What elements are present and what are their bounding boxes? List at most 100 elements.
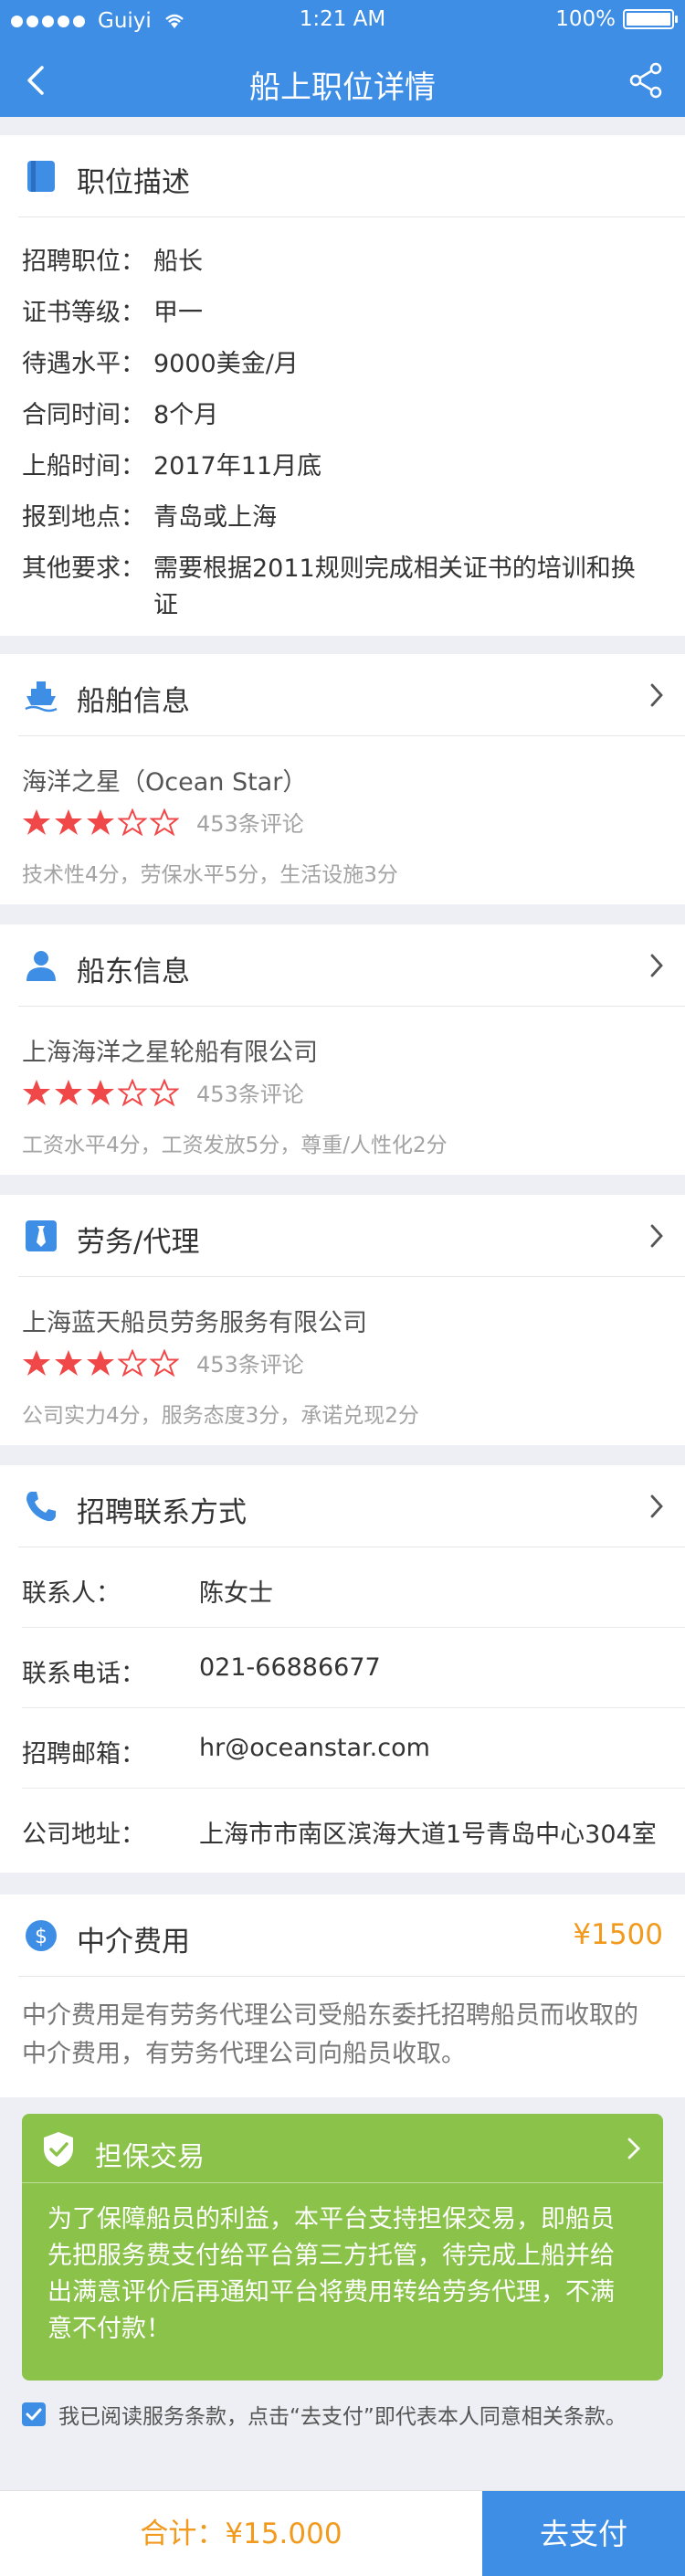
- star-icon: [87, 808, 114, 835]
- ship-name: 海洋之星（Ocean Star）: [22, 768, 308, 797]
- guarantee-title: 担保交易: [95, 2141, 205, 2173]
- footer-bar: 合计：¥15.000 去支付: [0, 2490, 685, 2576]
- row-value: 上海市市南区滨海大道1号青岛中心304室: [199, 1821, 657, 1849]
- agreement-row[interactable]: 我已阅读服务条款，点击“去支付”即代表本人同意相关条款。: [22, 2399, 627, 2430]
- owner-rating: 453条评论: [22, 1076, 304, 1108]
- agency-scores: 公司实力4分，服务态度3分，承诺兑现2分: [22, 1404, 419, 1428]
- shield-check-icon: [44, 2132, 73, 2167]
- chevron-right-icon: [650, 1494, 663, 1518]
- star-icon: [55, 808, 82, 835]
- ship-icon: [25, 681, 58, 713]
- star-outline-icon: [150, 1348, 179, 1377]
- star-icon: [55, 1079, 82, 1105]
- chevron-right-icon: [627, 2138, 640, 2159]
- row-label: 联系电话：: [22, 1660, 145, 1688]
- tie-icon: [26, 1220, 57, 1251]
- star-outline-icon: [118, 808, 147, 836]
- row-label: 证书等级：: [22, 299, 145, 327]
- contact-header[interactable]: 招聘联系方式: [18, 1465, 685, 1547]
- fee-card: $ 中介费用 ¥1500 中介费用是有劳务代理公司受船东委托招聘船员而收取的 中…: [0, 1895, 685, 2097]
- row-value: 陈女士: [199, 1579, 273, 1608]
- agreement-text: 我已阅读服务条款，点击“去支付”即代表本人同意相关条款。: [58, 2405, 627, 2429]
- guarantee-line: 先把服务费支付给平台第三方托管，待完成上船并给: [47, 2242, 615, 2270]
- row-label: 招聘邮箱：: [22, 1740, 145, 1768]
- contact-row-person: 联系人： 陈女士: [22, 1547, 685, 1628]
- document-icon: [27, 161, 55, 192]
- row-value: 青岛或上海: [153, 503, 277, 532]
- row-label: 公司地址：: [22, 1821, 145, 1849]
- fee-amount: ¥1500: [573, 1918, 663, 1951]
- review-count: 453条评论: [196, 1082, 304, 1107]
- chevron-right-icon: [650, 683, 663, 707]
- section-title: 中介费用: [77, 1926, 190, 1958]
- email-value[interactable]: hr@oceanstar.com: [199, 1734, 430, 1762]
- svg-text:$: $: [35, 1926, 47, 1948]
- row-label: 招聘职位：: [22, 248, 145, 276]
- section-title: 船东信息: [77, 955, 190, 988]
- job-description-header: 职位描述: [18, 135, 685, 217]
- guarantee-box[interactable]: 担保交易 为了保障船员的利益，本平台支持担保交易，即船员 先把服务费支付给平台第…: [22, 2114, 663, 2381]
- row-value: 8个月: [153, 401, 219, 429]
- star-outline-icon: [118, 1348, 147, 1377]
- row-label: 联系人：: [22, 1579, 121, 1608]
- section-title: 招聘联系方式: [77, 1496, 247, 1529]
- chevron-right-icon: [650, 1224, 663, 1248]
- row-label: 上船时间：: [22, 452, 145, 480]
- section-title: 职位描述: [77, 166, 190, 199]
- row-value: 船长: [153, 248, 203, 276]
- section-title: 劳务/代理: [77, 1226, 200, 1259]
- row-value: 需要根据2011规则完成相关证书的培训和换: [153, 554, 636, 583]
- owner-name: 上海海洋之星轮船有限公司: [22, 1039, 318, 1067]
- ship-info-card[interactable]: 船舶信息 海洋之星（Ocean Star） 453条评论 技术性4分，劳保水平5…: [0, 654, 685, 904]
- section-title: 船舶信息: [77, 685, 190, 718]
- nav-bar: 船上职位详情: [0, 44, 685, 117]
- contact-row-address: 公司地址： 上海市市南区滨海大道1号青岛中心304室: [22, 1789, 685, 1869]
- star-icon: [23, 1349, 50, 1376]
- job-description-card: 职位描述 招聘职位： 船长 证书等级： 甲一 待遇水平： 9000美金/月 合同时间：…: [0, 135, 685, 636]
- review-count: 453条评论: [196, 1352, 304, 1378]
- share-icon[interactable]: [627, 60, 667, 100]
- guarantee-line: 意不付款！: [47, 2315, 171, 2343]
- star-icon: [87, 1349, 114, 1376]
- row-label: 报到地点：: [22, 503, 145, 532]
- person-icon: [26, 951, 56, 981]
- star-outline-icon: [150, 808, 179, 836]
- owner-info-card[interactable]: 船东信息 上海海洋之星轮船有限公司 453条评论 工资水平4分，工资发放5分，尊…: [0, 924, 685, 1175]
- dollar-icon: $: [26, 1920, 57, 1951]
- star-icon: [23, 808, 50, 835]
- battery-icon: [623, 9, 678, 29]
- page-title: 船上职位详情: [249, 69, 436, 106]
- agency-info-card[interactable]: 劳务/代理 上海蓝天船员劳务服务有限公司 453条评论 公司实力4分，服务态度3…: [0, 1195, 685, 1445]
- guarantee-line: 出满意评价后再通知平台将费用转给劳务代理，不满: [47, 2278, 615, 2307]
- star-icon: [23, 1079, 50, 1105]
- guarantee-line: 为了保障船员的利益，本平台支持担保交易，即船员: [47, 2205, 615, 2233]
- star-icon: [87, 1079, 114, 1105]
- contact-row-email[interactable]: 招聘邮箱： hr@oceanstar.com: [22, 1708, 685, 1789]
- phone-value[interactable]: 021-66886677: [199, 1653, 381, 1682]
- battery-percent: 100%: [555, 7, 616, 31]
- guarantee-header[interactable]: 担保交易: [22, 2114, 663, 2183]
- star-outline-icon: [118, 1078, 147, 1106]
- contact-row-phone[interactable]: 联系电话： 021-66886677: [22, 1628, 685, 1708]
- row-label: 待遇水平：: [22, 350, 145, 378]
- ship-scores: 技术性4分，劳保水平5分，生活设施3分: [22, 863, 398, 887]
- fee-description: 中介费用是有劳务代理公司受船东委托招聘船员而收取的 中介费用，有劳务代理公司向船…: [22, 1997, 665, 2074]
- row-value: 甲一: [153, 299, 203, 327]
- status-right: 100%: [555, 7, 678, 31]
- review-count: 453条评论: [196, 811, 304, 837]
- row-label: 其他要求：: [22, 554, 145, 583]
- guarantee-text: 为了保障船员的利益，本平台支持担保交易，即船员 先把服务费支付给平台第三方托管，…: [47, 2201, 641, 2348]
- row-value-cont: 证: [153, 591, 178, 619]
- ship-rating: 453条评论: [22, 806, 304, 838]
- row-label: 合同时间：: [22, 401, 145, 429]
- owner-scores: 工资水平4分，工资发放5分，尊重/人性化2分: [22, 1134, 448, 1157]
- ship-info-header[interactable]: 船舶信息: [18, 654, 685, 736]
- chevron-right-icon: [650, 954, 663, 977]
- pay-button[interactable]: 去支付: [482, 2491, 685, 2576]
- contact-card[interactable]: 招聘联系方式 联系人： 陈女士 联系电话： 021-66886677 招聘邮箱： hr…: [0, 1465, 685, 1873]
- phone-icon: [26, 1492, 56, 1522]
- owner-info-header[interactable]: 船东信息: [18, 924, 685, 1007]
- checkbox-icon[interactable]: [22, 2402, 46, 2426]
- agency-info-header[interactable]: 劳务/代理: [18, 1195, 685, 1277]
- status-bar: Guiyi 1:21 AM 100%: [0, 0, 685, 44]
